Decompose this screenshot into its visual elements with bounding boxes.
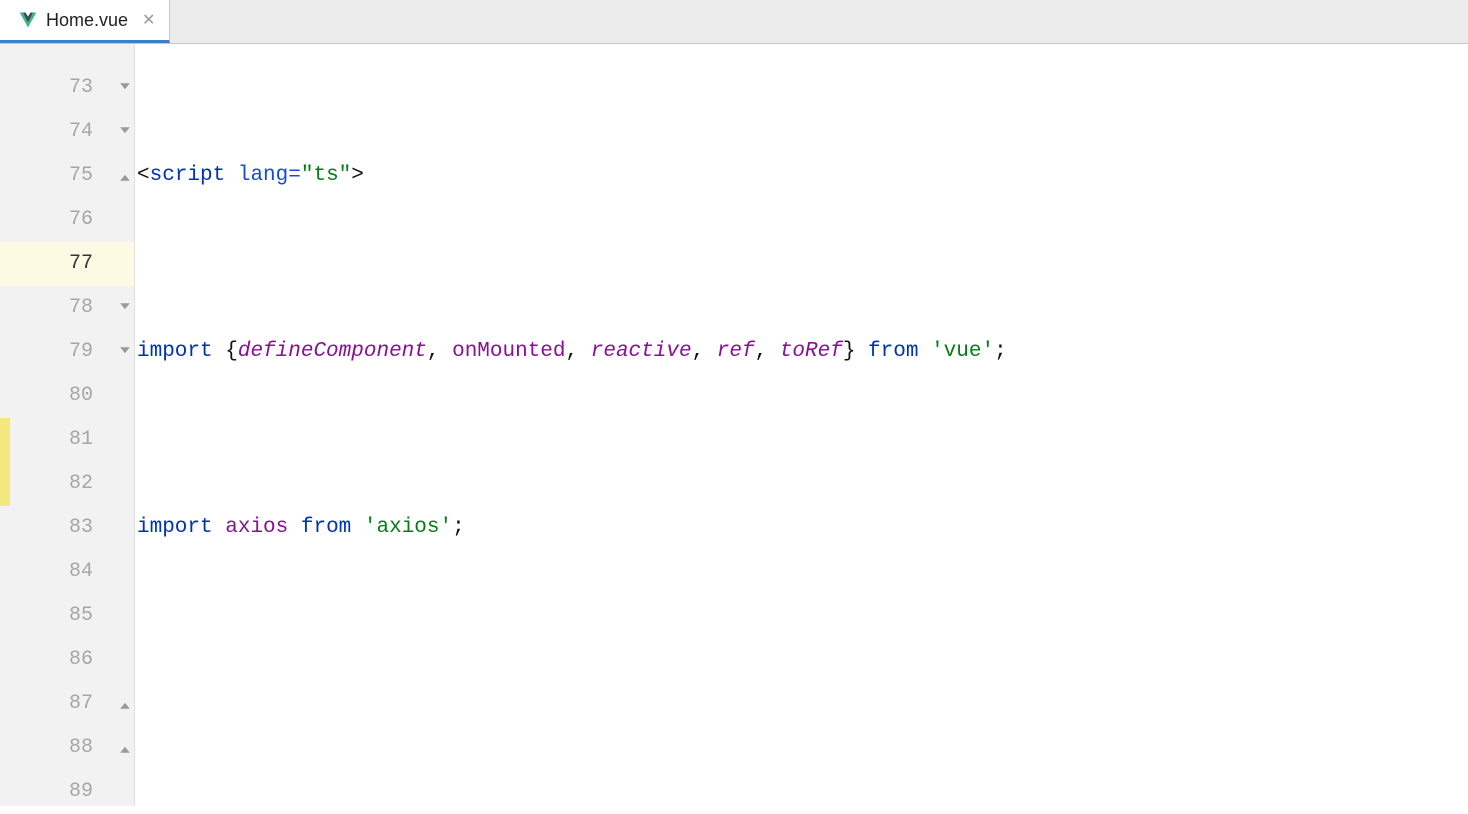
line-number: 78: [0, 286, 93, 330]
tab-bar: Home.vue ✕: [0, 0, 1468, 44]
line-number: 86: [0, 638, 93, 682]
fold-marker-icon[interactable]: [115, 66, 134, 110]
code-line[interactable]: [135, 682, 1468, 726]
line-number: 85: [0, 594, 93, 638]
fold-end-icon[interactable]: [115, 154, 134, 198]
editor[interactable]: 73 74 75 76 77 78 79 80 81 82 83 84 85 8…: [0, 44, 1468, 806]
line-number: 81: [0, 418, 93, 462]
line-number: 83: [0, 506, 93, 550]
fold-end-icon[interactable]: [115, 726, 134, 770]
line-gutter: 73 74 75 76 77 78 79 80 81 82 83 84 85 8…: [0, 44, 115, 806]
fold-marker-icon[interactable]: [115, 330, 134, 374]
fold-marker-icon[interactable]: [115, 286, 134, 330]
line-number: 82: [0, 462, 93, 506]
line-number: 77: [0, 242, 115, 286]
code-line[interactable]: import {defineComponent, onMounted, reac…: [135, 330, 1468, 374]
tab-home-vue[interactable]: Home.vue ✕: [0, 0, 170, 43]
code-area[interactable]: <script lang="ts"> import {defineCompone…: [135, 44, 1468, 806]
code-line[interactable]: import axios from 'axios';: [135, 506, 1468, 550]
close-icon[interactable]: ✕: [142, 10, 155, 30]
line-number: 84: [0, 550, 93, 594]
code-line[interactable]: <script lang="ts">: [135, 154, 1468, 198]
line-number: 74: [0, 110, 93, 154]
line-number: 75: [0, 154, 93, 198]
fold-column: [115, 44, 135, 806]
line-number: 88: [0, 726, 93, 770]
fold-end-icon[interactable]: [115, 682, 134, 726]
line-number: 87: [0, 682, 93, 726]
line-number: 79: [0, 330, 93, 374]
line-number: 89: [0, 770, 93, 814]
tab-filename: Home.vue: [46, 10, 128, 31]
line-number: 80: [0, 374, 93, 418]
line-number: 76: [0, 198, 93, 242]
fold-marker-icon[interactable]: [115, 110, 134, 154]
line-number: 73: [0, 66, 93, 110]
vue-file-icon: [18, 10, 38, 30]
